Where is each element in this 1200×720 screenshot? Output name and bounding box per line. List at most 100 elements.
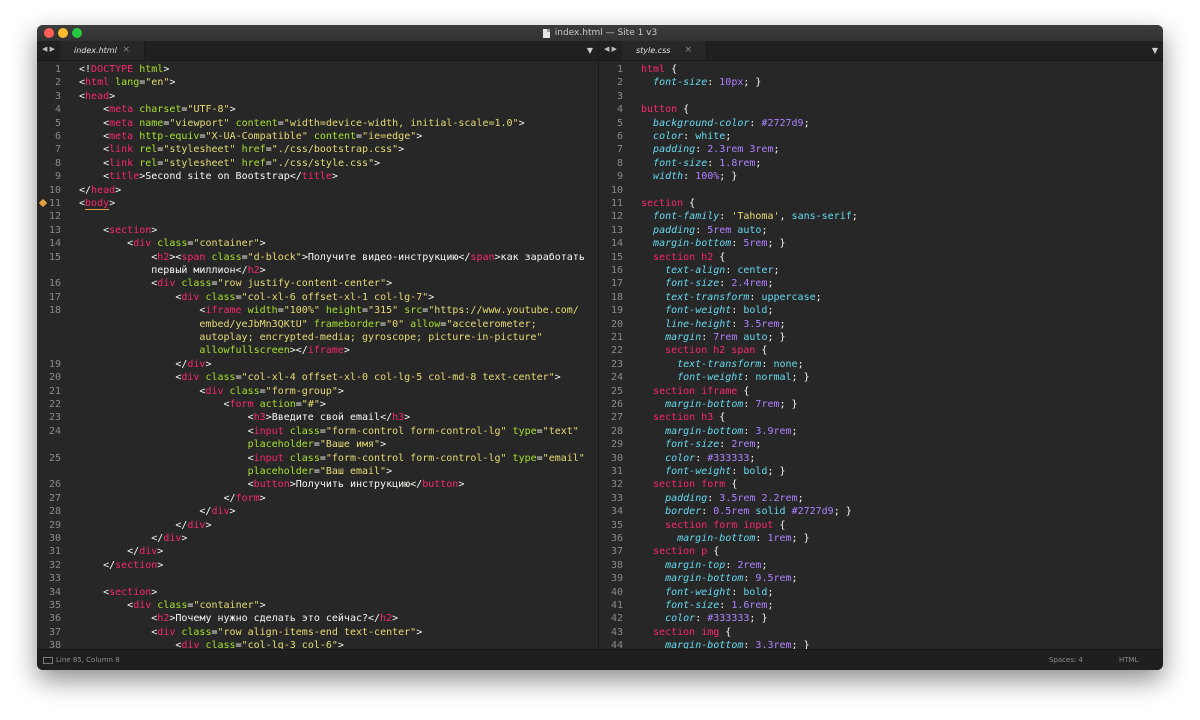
code-token: { <box>737 385 750 397</box>
close-tab-icon[interactable]: × <box>684 45 692 55</box>
tab-index-html[interactable]: index.html × <box>60 41 145 60</box>
code-text: width: 100%; } <box>641 170 737 183</box>
tab-menu-dropdown-icon[interactable]: ▼ <box>587 46 593 55</box>
line-number: 33 <box>48 573 61 585</box>
syntax-selector[interactable]: HTML <box>1119 656 1138 664</box>
code-text: section form { <box>641 478 737 491</box>
code-text: placeholder="Ваше имя"> <box>79 438 387 451</box>
html-code-area[interactable]: 1 <!DOCTYPE html> 2 <html lang="en"> 3 <head>… <box>37 63 598 650</box>
line-number: 6 <box>54 131 61 142</box>
code-token: placeholder <box>79 439 314 451</box>
code-token: > <box>229 506 236 518</box>
code-token: ; <box>803 117 810 129</box>
code-token: < <box>79 117 110 129</box>
code-token: > <box>205 519 212 531</box>
line-number: 41 <box>610 600 623 611</box>
code-token: h3 <box>253 412 266 424</box>
code-token: font-weight <box>665 305 732 317</box>
code-text: <iframe width="100%" height="315" src="h… <box>79 304 578 317</box>
code-token: > <box>392 613 399 625</box>
code-token: ; <box>725 131 732 142</box>
code-token: > <box>337 385 344 397</box>
code-token: : <box>725 559 738 571</box>
code-token: > <box>163 64 170 75</box>
code-token: { <box>707 546 720 558</box>
code-token: : <box>683 171 696 183</box>
code-text: <title>Second site on Bootstrap</title> <box>79 170 338 183</box>
code-text: <section> <box>79 586 157 599</box>
code-text: font-weight: bold; <box>641 304 773 317</box>
close-tab-icon[interactable]: × <box>122 45 130 55</box>
code-text: padding: 3.5rem 2.2rem; <box>641 492 804 505</box>
code-token: > <box>319 399 326 410</box>
code-token: class <box>205 372 236 384</box>
code-text: <div class="col-xl-6 offset-xl-1 col-lg-… <box>79 291 434 304</box>
code-token: > <box>109 90 116 102</box>
code-token: title <box>109 171 140 183</box>
line-number: 16 <box>48 278 61 290</box>
code-token: padding <box>653 224 696 236</box>
panel-toggle-icon[interactable] <box>43 657 53 664</box>
line-number: 1 <box>54 64 61 75</box>
code-token: text-transform <box>677 358 762 370</box>
code-token: input <box>253 425 284 437</box>
line-number: 6 <box>616 131 623 142</box>
code-token: ; } <box>719 171 738 183</box>
code-token: input <box>253 452 284 464</box>
code-token: < <box>79 251 158 263</box>
code-text: margin: 7rem auto; } <box>641 331 785 344</box>
line-number: 21 <box>610 332 623 343</box>
tab-style-css[interactable]: style.css × <box>622 41 707 60</box>
tab-menu-dropdown-icon[interactable]: ▼ <box>1152 46 1158 55</box>
code-token: 1rem <box>767 533 792 544</box>
code-token: >< <box>169 251 182 263</box>
line-number: 3 <box>54 90 61 102</box>
code-token: section h2 span <box>641 345 756 357</box>
code-text: <section> <box>79 224 157 237</box>
code-token: { <box>665 64 678 75</box>
code-text: <div class="container"> <box>79 599 266 612</box>
code-token: : <box>743 399 756 410</box>
right-editor-pane[interactable]: ◀ ▶ style.css × ▼ 1 html {2 font-size: 10… <box>599 41 1163 650</box>
code-token: > <box>157 559 164 571</box>
code-text: html { <box>641 63 677 76</box>
code-token: class <box>289 425 320 437</box>
code-token: ; <box>773 144 780 156</box>
code-token: "315" <box>368 305 399 317</box>
code-token: bold <box>743 586 768 598</box>
css-code-area[interactable]: 1 html {2 font-size: 10px; } 3 4 button {5 b… <box>599 63 1163 650</box>
line-number: 16 <box>610 265 623 276</box>
code-token: section <box>109 586 152 598</box>
code-token: solid <box>755 506 786 518</box>
code-text: <meta http-equiv="X-UA-Compatible" conte… <box>79 130 422 143</box>
line-number: 12 <box>610 211 623 223</box>
line-number: 9 <box>54 171 61 183</box>
indentation-setting[interactable]: Spaces: 4 <box>1049 656 1083 664</box>
line-number: 8 <box>54 157 61 169</box>
code-token: h2 <box>157 613 170 625</box>
code-token: : <box>695 224 708 236</box>
code-token: <! <box>79 64 92 75</box>
code-token: "stylesheet" <box>163 144 236 156</box>
code-token: : <box>707 157 720 169</box>
code-token: ></ <box>289 345 308 357</box>
tab-nav-arrows[interactable]: ◀ ▶ <box>604 45 617 53</box>
line-number: 29 <box>610 439 623 451</box>
cursor-position: Line 85, Column 8 <box>56 656 120 664</box>
code-text: section h2 { <box>641 251 725 264</box>
code-text: </form> <box>79 492 265 505</box>
code-token: type <box>512 452 537 464</box>
code-token: #333333 <box>707 452 750 464</box>
code-token: section <box>641 198 684 209</box>
code-token: class <box>181 278 212 290</box>
left-editor-pane[interactable]: ◀ ▶ index.html × ▼ 1 <!DOCTYPE html> 2 <htm… <box>37 41 599 650</box>
code-token: : <box>743 573 756 585</box>
code-token: < <box>79 613 158 625</box>
tab-nav-arrows[interactable]: ◀ ▶ <box>42 45 55 53</box>
